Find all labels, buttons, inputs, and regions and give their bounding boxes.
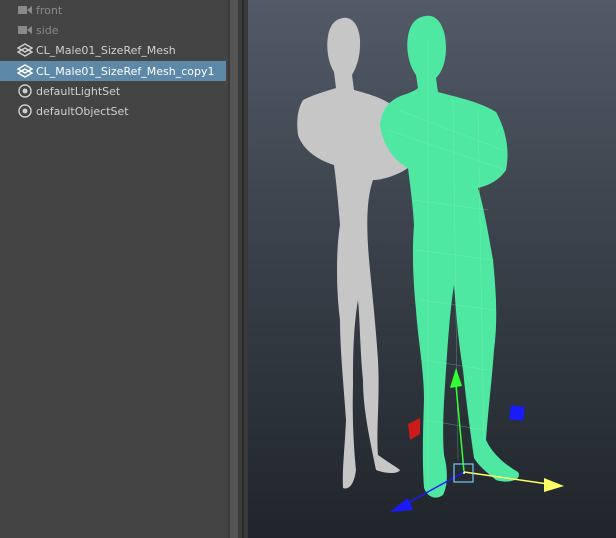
reference-mesh[interactable] xyxy=(297,17,409,489)
pivot-point xyxy=(463,472,465,474)
selected-mesh[interactable] xyxy=(380,15,519,498)
outliner-item-label: defaultLightSet xyxy=(36,84,121,98)
set-icon xyxy=(17,103,33,119)
outliner-item-label: front xyxy=(36,3,63,17)
outliner-scrollbar[interactable] xyxy=(230,0,238,538)
outliner-item-label: defaultObjectSet xyxy=(36,104,129,118)
z-scale-handle[interactable] xyxy=(509,405,525,421)
y-axis-arrow[interactable] xyxy=(450,368,462,388)
z-axis-arrow[interactable] xyxy=(390,498,413,512)
camera-icon xyxy=(17,2,33,18)
outliner-item-front[interactable]: front xyxy=(0,0,226,20)
outliner-panel: front side CL_Male01_SizeRef_Mesh CL_Mal… xyxy=(0,0,228,538)
camera-icon xyxy=(17,22,33,38)
outliner-item-label: CL_Male01_SizeRef_Mesh_copy1 xyxy=(36,64,215,78)
x-scale-handle[interactable] xyxy=(408,418,420,440)
panel-divider xyxy=(242,0,244,538)
set-icon xyxy=(17,83,33,99)
panel-splitter[interactable] xyxy=(228,0,248,538)
viewport-3d[interactable] xyxy=(248,0,616,538)
outliner-item-side[interactable]: side xyxy=(0,20,226,40)
viewport-scene xyxy=(297,15,564,512)
y-axis-line[interactable] xyxy=(455,384,465,473)
outliner-item-label: side xyxy=(36,23,59,37)
outliner-item-mesh[interactable]: CL_Male01_SizeRef_Mesh xyxy=(0,40,226,60)
outliner-item-mesh-copy[interactable]: CL_Male01_SizeRef_Mesh_copy1 xyxy=(0,61,226,81)
outliner-item-default-light-set[interactable]: defaultLightSet xyxy=(0,81,226,101)
outliner-item-default-object-set[interactable]: defaultObjectSet xyxy=(0,101,226,121)
x-axis-arrow[interactable] xyxy=(544,478,564,492)
outliner-item-label: CL_Male01_SizeRef_Mesh xyxy=(36,43,176,57)
mesh-icon xyxy=(17,63,33,79)
mesh-icon xyxy=(17,42,33,58)
